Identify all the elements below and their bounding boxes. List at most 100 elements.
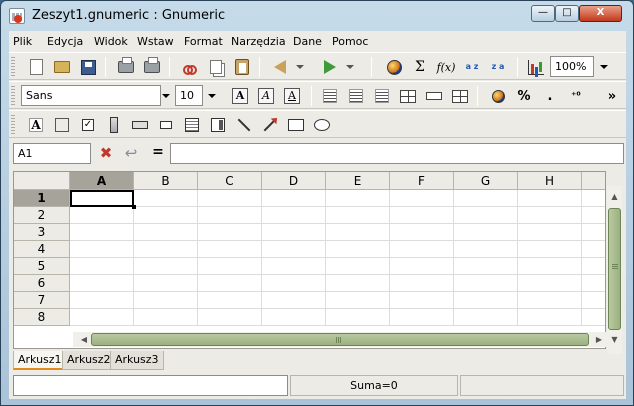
grid-cell[interactable] — [582, 258, 605, 275]
copy-button[interactable] — [205, 57, 227, 77]
row-header[interactable]: 6 — [14, 275, 70, 292]
font-size-combo[interactable]: 10 — [175, 85, 203, 106]
row-header[interactable]: 3 — [14, 224, 70, 241]
grid-cell[interactable] — [454, 241, 518, 258]
create-checkbox-button[interactable]: ✓ — [77, 115, 99, 135]
grid-cell[interactable] — [518, 190, 582, 207]
center-across-button[interactable] — [423, 86, 445, 106]
row-header[interactable]: 5 — [14, 258, 70, 275]
grid-cell[interactable] — [262, 292, 326, 309]
toolbar-grip[interactable] — [11, 86, 15, 106]
grid-cell[interactable] — [198, 292, 262, 309]
gnumeric-app-icon[interactable] — [9, 8, 25, 24]
increase-decimals-button[interactable]: ⁺⁰ — [565, 86, 587, 106]
grid-cell[interactable] — [582, 190, 605, 207]
grid-cell[interactable] — [198, 241, 262, 258]
redo-button[interactable] — [319, 57, 341, 77]
grid-cell[interactable] — [326, 309, 390, 326]
grid-cell[interactable] — [582, 292, 605, 309]
align-center-button[interactable] — [345, 86, 367, 106]
grid-cell[interactable] — [70, 275, 134, 292]
autosum-button[interactable]: Σ — [409, 57, 431, 77]
font-name-combo[interactable]: Sans — [21, 85, 161, 106]
grid-cell[interactable] — [70, 224, 134, 241]
merge-cells-button[interactable] — [397, 86, 419, 106]
grid-cell[interactable] — [134, 207, 198, 224]
bold-button[interactable]: A — [229, 86, 251, 106]
grid-cell[interactable] — [134, 258, 198, 275]
toolbar-grip[interactable] — [11, 115, 15, 135]
redo-history-dropdown[interactable] — [343, 57, 357, 77]
grid-cell[interactable] — [198, 190, 262, 207]
percent-format-button[interactable]: % — [513, 86, 535, 106]
column-header[interactable]: B — [134, 172, 198, 190]
grid-cell[interactable] — [134, 190, 198, 207]
grid-cell[interactable] — [454, 224, 518, 241]
grid-cell[interactable] — [390, 224, 454, 241]
sheet-tab-arkusz1[interactable]: Arkusz1 — [13, 351, 67, 370]
create-combo-button[interactable] — [207, 115, 229, 135]
open-button[interactable] — [51, 57, 73, 77]
grid-cell[interactable] — [326, 258, 390, 275]
split-cells-button[interactable] — [449, 86, 471, 106]
grid-cell[interactable] — [518, 258, 582, 275]
grid-cell[interactable] — [262, 241, 326, 258]
grid-cell[interactable] — [582, 309, 605, 326]
column-header[interactable]: G — [454, 172, 518, 190]
grid-cell[interactable] — [134, 241, 198, 258]
create-frame-button[interactable] — [51, 115, 73, 135]
grid-cell[interactable] — [326, 207, 390, 224]
more-tools-button[interactable]: » — [601, 86, 623, 106]
edit-formula-button[interactable]: = — [149, 144, 167, 164]
zoom-dropdown[interactable] — [597, 57, 611, 77]
grid-cell[interactable] — [134, 224, 198, 241]
row-header[interactable]: 8 — [14, 309, 70, 326]
scroll-right-icon[interactable]: ▶ — [592, 332, 606, 347]
grid-cell[interactable] — [582, 241, 605, 258]
grid-cell[interactable] — [582, 224, 605, 241]
menu-dane[interactable]: Dane — [293, 35, 322, 48]
sort-ascending-button[interactable]: a z — [461, 57, 483, 77]
grid-cell[interactable] — [70, 309, 134, 326]
title-bar[interactable]: Zeszyt1.gnumeric : Gnumeric — □ X — [1, 1, 633, 31]
grid-cell[interactable] — [390, 258, 454, 275]
scroll-down-icon[interactable]: ▼ — [607, 333, 622, 347]
grid-cell[interactable] — [134, 292, 198, 309]
grid-cell[interactable] — [262, 275, 326, 292]
insert-chart-button[interactable] — [525, 57, 547, 77]
create-label-button[interactable]: A — [25, 115, 47, 135]
create-arrow-button[interactable] — [259, 115, 281, 135]
minimize-button[interactable]: — — [531, 5, 555, 22]
grid-cell[interactable] — [198, 224, 262, 241]
grid-cell[interactable] — [518, 292, 582, 309]
currency-format-button[interactable] — [487, 86, 509, 106]
grid-cell[interactable] — [518, 224, 582, 241]
select-all-corner[interactable] — [14, 172, 70, 190]
grid-cell[interactable] — [70, 292, 134, 309]
row-header[interactable]: 7 — [14, 292, 70, 309]
italic-button[interactable]: A — [255, 86, 277, 106]
create-line-button[interactable] — [233, 115, 255, 135]
cell-reference-field[interactable]: A1 — [13, 143, 91, 164]
column-header[interactable]: H — [518, 172, 582, 190]
grid-cell[interactable] — [518, 207, 582, 224]
print-button[interactable] — [115, 57, 137, 77]
create-button-button[interactable] — [129, 115, 151, 135]
row-header[interactable]: 1 — [14, 190, 70, 207]
grid-cell[interactable] — [198, 309, 262, 326]
grid-cell[interactable] — [70, 207, 134, 224]
grid-cell[interactable] — [582, 275, 605, 292]
align-right-button[interactable] — [371, 86, 393, 106]
row-header[interactable]: 4 — [14, 241, 70, 258]
formula-input[interactable] — [170, 143, 624, 164]
grid-cell[interactable] — [518, 275, 582, 292]
grid-cell[interactable] — [454, 292, 518, 309]
active-cell-cursor[interactable] — [70, 190, 136, 209]
scroll-left-icon[interactable]: ◀ — [77, 332, 91, 347]
column-header[interactable]: C — [198, 172, 262, 190]
grid-cell[interactable] — [390, 309, 454, 326]
grid-cell[interactable] — [390, 207, 454, 224]
undo-history-dropdown[interactable] — [293, 57, 307, 77]
horizontal-scrollbar[interactable]: ◀ ▶ — [73, 332, 607, 347]
grid-cell[interactable] — [198, 275, 262, 292]
